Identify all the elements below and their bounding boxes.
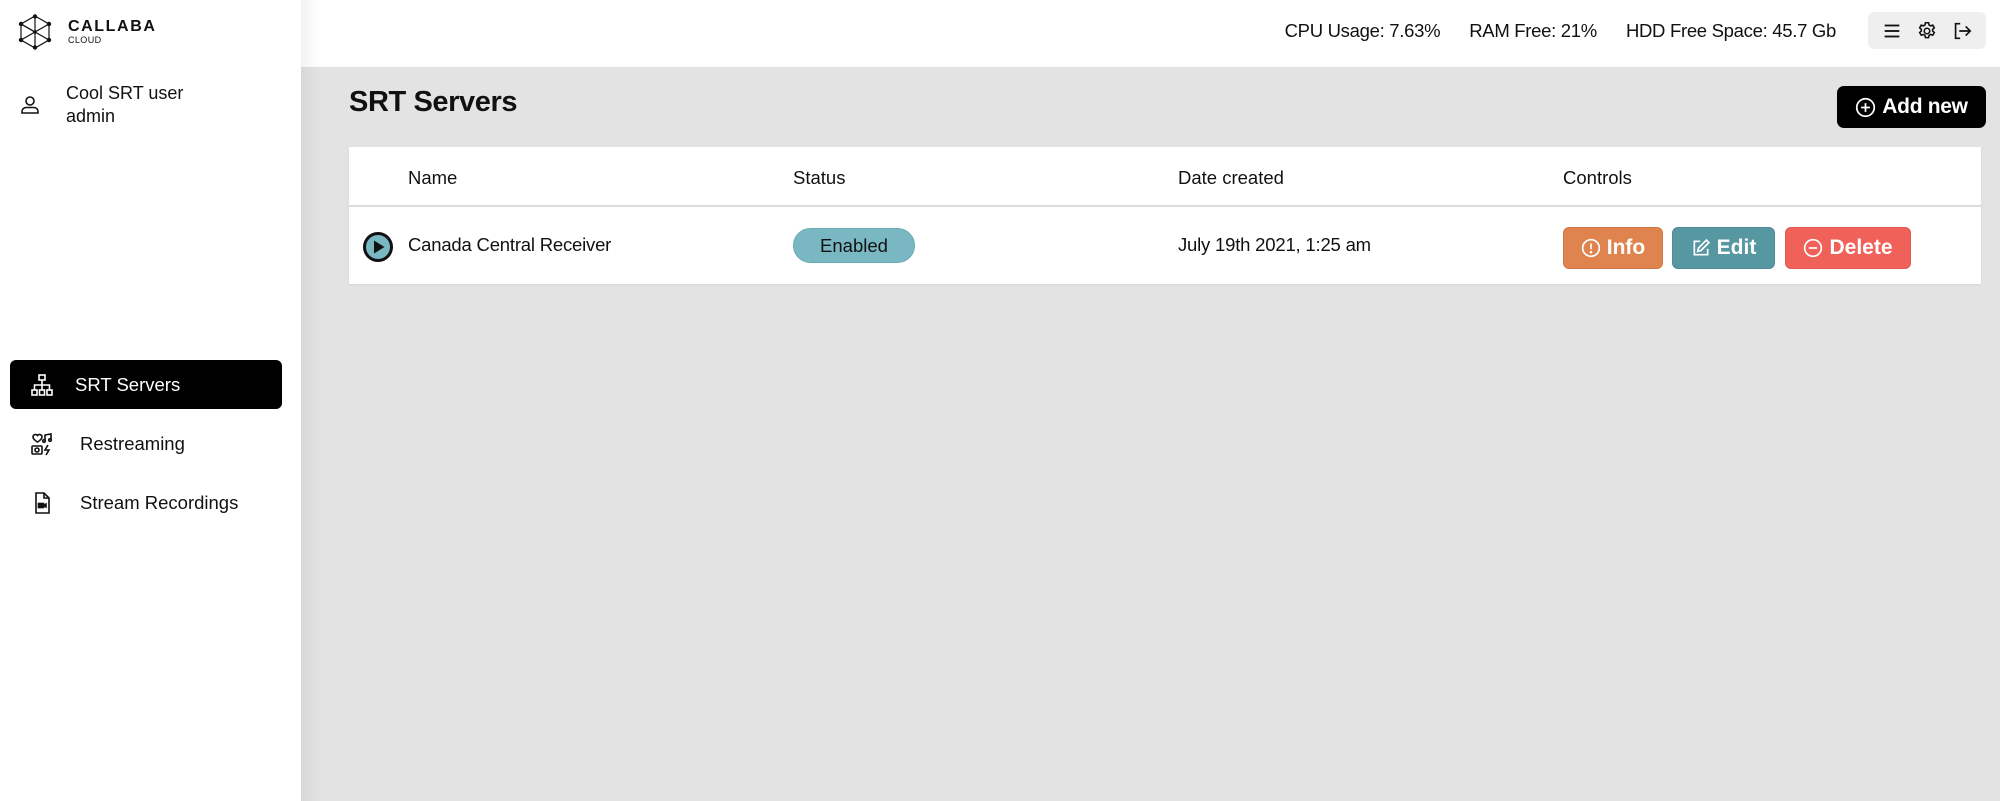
- sidebar: CALLABA CLOUD Cool SRT user admin SRT Se…: [0, 0, 321, 801]
- user-profile[interactable]: Cool SRT user admin: [18, 82, 183, 128]
- column-header-date-created[interactable]: Date created: [1178, 167, 1284, 189]
- sidebar-item-srt-servers[interactable]: SRT Servers: [10, 360, 282, 409]
- exclamation-circle-icon: [1581, 238, 1600, 258]
- logout-button[interactable]: [1950, 19, 1974, 43]
- cpu-usage: CPU Usage: 7.63%: [1284, 20, 1441, 41]
- srt-servers-table: Name Status Date created Controls Canada…: [349, 147, 1981, 284]
- logo-title: CALLABA: [68, 18, 157, 35]
- hdd-free-space: HDD Free Space: 45.7 Gb: [1625, 20, 1836, 41]
- info-label: Info: [1606, 236, 1646, 259]
- edit-button[interactable]: Edit: [1672, 227, 1775, 269]
- delete-button[interactable]: Delete: [1785, 227, 1911, 269]
- logout-icon: [1955, 22, 1972, 39]
- user-icon: [21, 96, 39, 114]
- column-header-status[interactable]: Status: [793, 167, 845, 189]
- sidebar-item-restreaming[interactable]: Restreaming: [10, 419, 282, 468]
- menu-button[interactable]: [1880, 19, 1904, 43]
- sidebar-item-label: Stream Recordings: [80, 491, 239, 513]
- top-header: CPU Usage: 7.63% RAM Free: 21% HDD Free …: [301, 0, 2000, 67]
- status-badge[interactable]: Enabled: [793, 228, 915, 263]
- sidebar-nav: SRT Servers Restreaming Stream Recording…: [10, 360, 282, 537]
- sitemap-icon: [29, 372, 55, 398]
- add-new-label: Add new: [1882, 95, 1968, 118]
- system-stats: CPU Usage: 7.63% RAM Free: 21% HDD Free …: [1256, 20, 1837, 42]
- date-created: July 19th 2021, 1:25 am: [1178, 234, 1371, 255]
- user-name: Cool SRT user: [66, 83, 184, 103]
- video-file-icon: [29, 490, 55, 516]
- plus-circle-icon: [1856, 97, 1876, 117]
- ram-free: RAM Free: 21%: [1469, 20, 1597, 41]
- delete-label: Delete: [1829, 236, 1893, 259]
- add-new-button[interactable]: Add new: [1837, 86, 1986, 128]
- edit-label: Edit: [1716, 236, 1757, 259]
- user-role: admin: [66, 106, 116, 126]
- sidebar-item-label: SRT Servers: [75, 373, 181, 395]
- table-row: Canada Central Receiver Enabled July 19t…: [349, 209, 1981, 284]
- server-name: Canada Central Receiver: [408, 234, 612, 255]
- column-header-name[interactable]: Name: [408, 167, 457, 189]
- sidebar-item-label: Restreaming: [80, 432, 185, 454]
- callaba-logo-icon: [18, 14, 52, 50]
- minus-circle-icon: [1804, 238, 1823, 258]
- menu-icon: [1884, 24, 1899, 37]
- column-header-controls: Controls: [1563, 167, 1632, 188]
- sidebar-item-stream-recordings[interactable]: Stream Recordings: [10, 478, 282, 527]
- play-icon[interactable]: [362, 231, 394, 263]
- table-header: Name Status Date created Controls: [349, 147, 1981, 207]
- edit-icon: [1693, 238, 1710, 256]
- restream-icon: [29, 431, 55, 457]
- gear-icon: [1918, 21, 1936, 38]
- logo[interactable]: CALLABA CLOUD: [18, 14, 157, 50]
- info-button[interactable]: Info: [1563, 227, 1663, 269]
- logo-subtitle: CLOUD: [68, 35, 102, 45]
- page-title: SRT Servers: [349, 86, 518, 118]
- header-toolbar: [1868, 12, 1986, 49]
- settings-button[interactable]: [1915, 19, 1939, 43]
